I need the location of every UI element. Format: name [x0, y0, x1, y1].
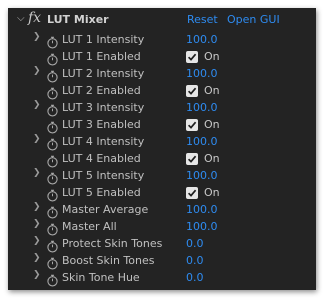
fx-icon[interactable]: fx: [28, 10, 41, 26]
property-label: LUT 1 Intensity: [62, 33, 145, 46]
effect-header: ⌵ fx LUT Mixer Reset Open GUI: [8, 10, 316, 32]
property-row: ❯ LUT 1 Intensity 100.0: [8, 32, 316, 49]
property-row: LUT 2 Enabled On: [8, 83, 316, 100]
property-label: Protect Skin Tones: [62, 237, 163, 250]
chevron-right-icon[interactable]: ❯: [33, 202, 41, 212]
stopwatch-icon[interactable]: [46, 68, 59, 83]
stopwatch-icon[interactable]: [46, 51, 59, 66]
effect-controls-panel: ⌵ fx LUT Mixer Reset Open GUI ❯ LUT 1 Int…: [8, 8, 316, 290]
property-value[interactable]: 0.0: [186, 254, 204, 267]
property-label: LUT 2 Enabled: [62, 84, 141, 97]
property-value[interactable]: 0.0: [186, 237, 204, 250]
property-value[interactable]: 100.0: [186, 220, 218, 233]
checkbox-label: On: [204, 186, 220, 199]
stopwatch-icon[interactable]: [46, 187, 59, 202]
open-gui-button[interactable]: Open GUI: [227, 13, 280, 26]
property-label: LUT 2 Intensity: [62, 67, 145, 80]
stopwatch-icon[interactable]: [46, 102, 59, 117]
stopwatch-icon[interactable]: [46, 153, 59, 168]
stopwatch-icon[interactable]: [46, 238, 59, 253]
property-label: Skin Tone Hue: [62, 271, 140, 284]
property-label: Master Average: [62, 203, 149, 216]
enabled-checkbox[interactable]: [186, 153, 198, 165]
stopwatch-icon[interactable]: [46, 119, 59, 134]
chevron-right-icon[interactable]: ❯: [33, 168, 41, 178]
reset-button[interactable]: Reset: [187, 13, 218, 26]
stopwatch-icon[interactable]: [46, 204, 59, 219]
property-label: LUT 3 Intensity: [62, 101, 145, 114]
chevron-right-icon[interactable]: ❯: [33, 270, 41, 280]
chevron-right-icon[interactable]: ❯: [33, 100, 41, 110]
stopwatch-icon[interactable]: [46, 85, 59, 100]
chevron-right-icon[interactable]: ❯: [33, 253, 41, 263]
property-row: ❯ LUT 2 Intensity 100.0: [8, 66, 316, 83]
effect-title: LUT Mixer: [47, 13, 109, 26]
property-row: LUT 3 Enabled On: [8, 117, 316, 134]
stopwatch-icon[interactable]: [46, 136, 59, 151]
chevron-right-icon[interactable]: ❯: [33, 219, 41, 229]
stopwatch-icon[interactable]: [46, 34, 59, 49]
enabled-checkbox[interactable]: [186, 51, 198, 63]
property-row: ❯ Boost Skin Tones 0.0: [8, 253, 316, 270]
property-label: LUT 5 Intensity: [62, 169, 145, 182]
property-row: ❯ Master All 100.0: [8, 219, 316, 236]
property-value[interactable]: 100.0: [186, 33, 218, 46]
chevron-right-icon[interactable]: ❯: [33, 32, 41, 42]
property-row: ❯ LUT 4 Intensity 100.0: [8, 134, 316, 151]
property-row: ❯ LUT 3 Intensity 100.0: [8, 100, 316, 117]
property-label: Boost Skin Tones: [62, 254, 155, 267]
chevron-right-icon[interactable]: ❯: [33, 134, 41, 144]
property-label: LUT 5 Enabled: [62, 186, 141, 199]
stopwatch-icon[interactable]: [46, 221, 59, 236]
property-label: Master All: [62, 220, 117, 233]
chevron-down-icon[interactable]: ⌵: [17, 13, 25, 24]
property-row: LUT 1 Enabled On: [8, 49, 316, 66]
property-value[interactable]: 0.0: [186, 271, 204, 284]
property-value[interactable]: 100.0: [186, 169, 218, 182]
stopwatch-icon[interactable]: [46, 272, 59, 287]
property-label: LUT 3 Enabled: [62, 118, 141, 131]
enabled-checkbox[interactable]: [186, 85, 198, 97]
enabled-checkbox[interactable]: [186, 187, 198, 199]
chevron-right-icon[interactable]: ❯: [33, 236, 41, 246]
property-value[interactable]: 100.0: [186, 67, 218, 80]
checkbox-label: On: [204, 84, 220, 97]
chevron-right-icon[interactable]: ❯: [33, 66, 41, 76]
property-label: LUT 4 Intensity: [62, 135, 145, 148]
property-label: LUT 4 Enabled: [62, 152, 141, 165]
enabled-checkbox[interactable]: [186, 119, 198, 131]
property-value[interactable]: 100.0: [186, 203, 218, 216]
property-row: LUT 4 Enabled On: [8, 151, 316, 168]
checkbox-label: On: [204, 50, 220, 63]
stopwatch-icon[interactable]: [46, 170, 59, 185]
property-row: ❯ Master Average 100.0: [8, 202, 316, 219]
property-value[interactable]: 100.0: [186, 135, 218, 148]
property-row: ❯ Skin Tone Hue 0.0: [8, 270, 316, 287]
checkbox-label: On: [204, 152, 220, 165]
property-row: ❯ Protect Skin Tones 0.0: [8, 236, 316, 253]
property-label: LUT 1 Enabled: [62, 50, 141, 63]
property-row: ❯ LUT 5 Intensity 100.0: [8, 168, 316, 185]
stopwatch-icon[interactable]: [46, 255, 59, 270]
property-value[interactable]: 100.0: [186, 101, 218, 114]
checkbox-label: On: [204, 118, 220, 131]
property-row: LUT 5 Enabled On: [8, 185, 316, 202]
